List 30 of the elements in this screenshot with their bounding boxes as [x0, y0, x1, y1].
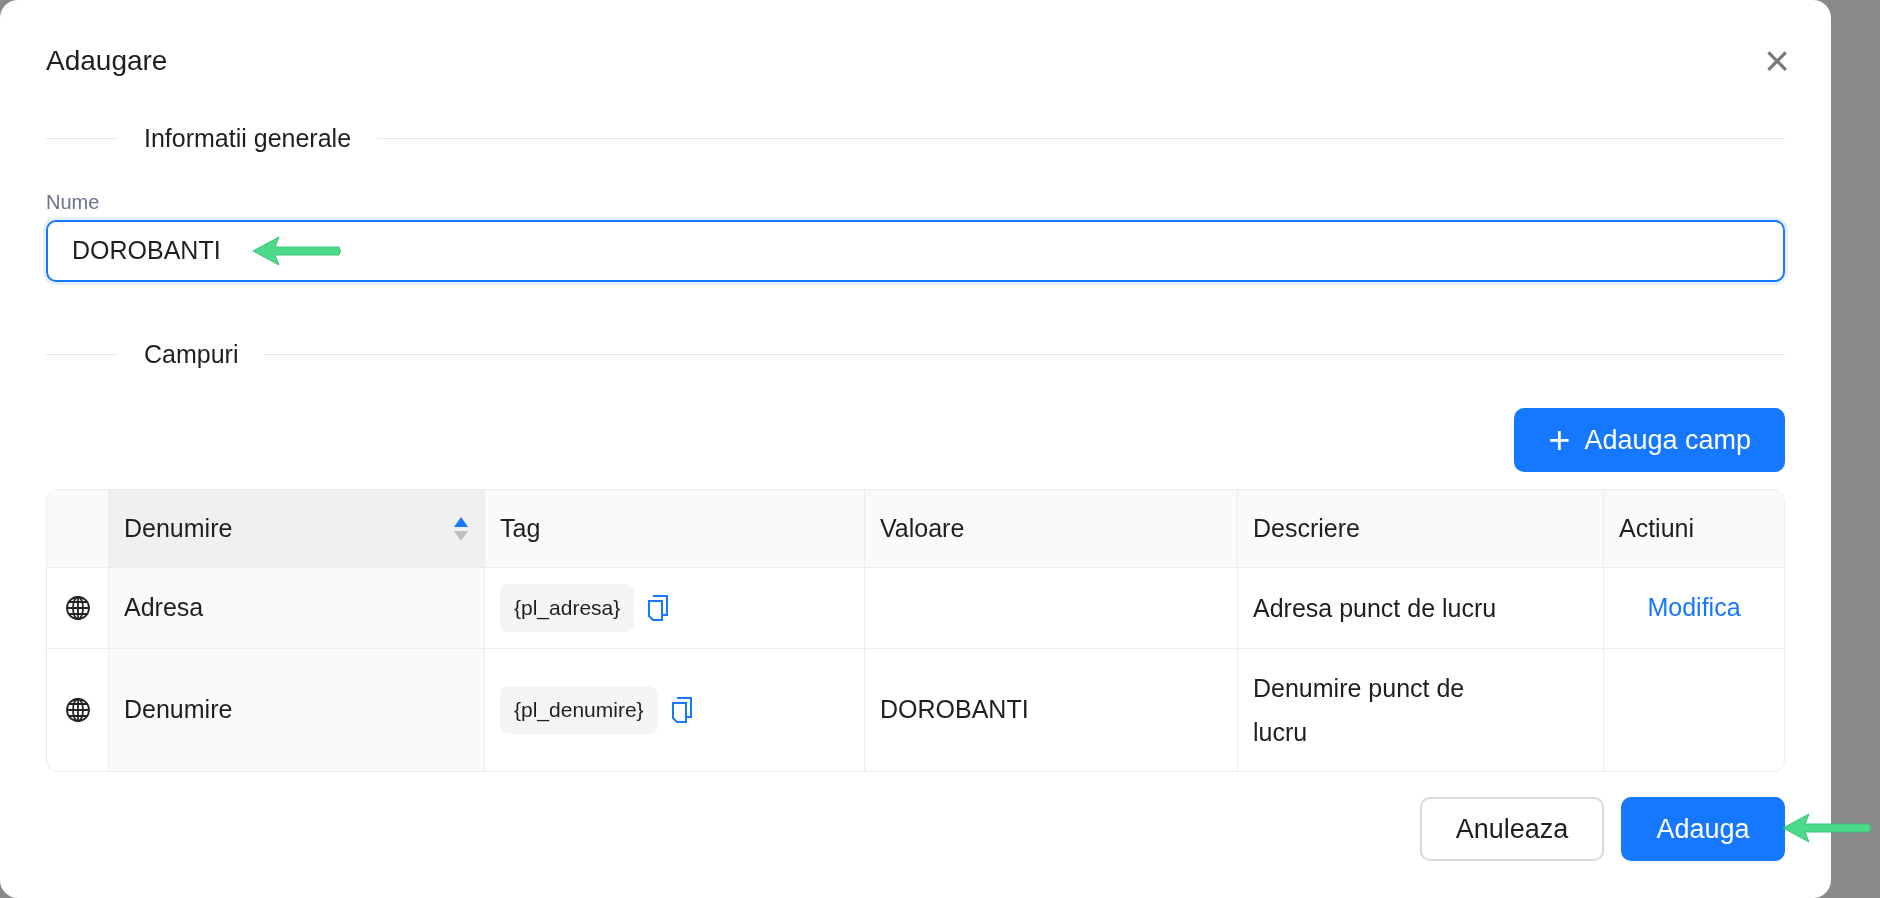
- table-cell-text: Denumire: [124, 694, 233, 726]
- table-cell-text: Denumire punct de lucru: [1253, 673, 1466, 748]
- column-header[interactable]: Descriere: [1253, 509, 1360, 548]
- column-header[interactable]: Denumire: [124, 509, 233, 548]
- sort-icon[interactable]: [453, 515, 469, 542]
- close-button[interactable]: ×: [1757, 41, 1797, 81]
- section-title: Campuri: [143, 338, 240, 370]
- edit-link[interactable]: Modifica: [1647, 589, 1741, 627]
- copy-icon[interactable]: [646, 594, 671, 622]
- column-header[interactable]: Tag: [500, 509, 541, 548]
- table-cell-text: DOROBANTI: [880, 694, 1029, 726]
- tag-chip: {pl_adresa}: [500, 584, 635, 632]
- tag-chip: {pl_denumire}: [500, 686, 658, 734]
- field-label: Nume: [46, 191, 101, 212]
- copy-icon[interactable]: [669, 696, 694, 724]
- submit-button[interactable]: Adauga: [1621, 797, 1785, 861]
- arrow-icon: [1781, 811, 1873, 845]
- table-cell-text: Adresa punct de lucru: [1253, 593, 1497, 624]
- arrow-icon: [250, 233, 343, 268]
- dialog-title: Adaugare: [46, 44, 168, 78]
- add-field-button[interactable]: + Adauga camp: [1514, 408, 1785, 472]
- section-title: Informatii generale: [143, 123, 353, 154]
- column-header[interactable]: Valoare: [880, 509, 965, 548]
- cancel-button[interactable]: Anuleaza: [1420, 797, 1604, 861]
- table-cell-text: Adresa: [124, 592, 204, 624]
- globe-icon: [64, 697, 91, 723]
- column-header[interactable]: Actiuni: [1619, 509, 1695, 548]
- input-value: DOROBANTI: [72, 234, 221, 266]
- globe-icon: [64, 595, 91, 621]
- name-input-field[interactable]: DOROBANTI: [46, 219, 1785, 282]
